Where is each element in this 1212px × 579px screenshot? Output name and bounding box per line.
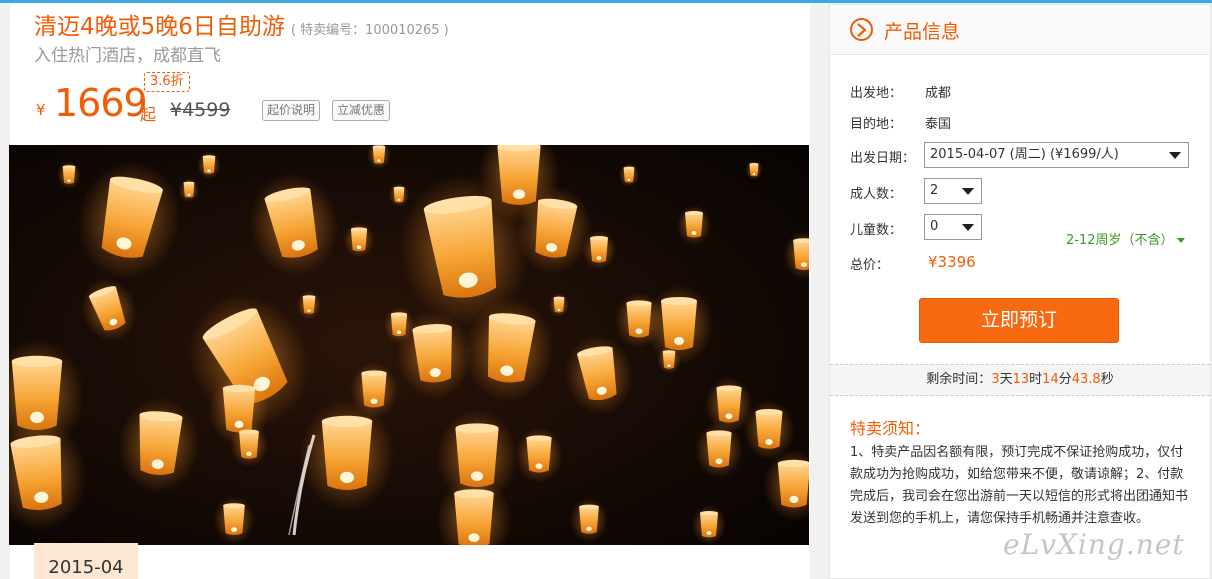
departure-label: 出发地： bbox=[850, 86, 903, 101]
instant-discount-button[interactable]: 立减优惠 bbox=[332, 100, 391, 121]
departure-value: 成都 bbox=[925, 86, 952, 101]
remaining-time: 剩余时间：3天13时14分43.8秒 bbox=[830, 364, 1210, 396]
remain-day-unit: 天 bbox=[999, 372, 1013, 387]
panel-title: 产品信息 bbox=[884, 21, 961, 43]
remain-minute-unit: 分 bbox=[1058, 372, 1072, 387]
price-suffix: 起 bbox=[140, 105, 157, 124]
product-code: ( 特卖编号：100010265 ) bbox=[290, 23, 449, 38]
chevron-down-icon bbox=[962, 224, 974, 231]
adults-value: 2 bbox=[930, 183, 939, 198]
remain-seconds: 43.8 bbox=[1071, 372, 1101, 387]
product-title: 清迈4晚或5晚6日自助游 bbox=[34, 14, 285, 40]
product-info-panel: 产品信息 出发地： 成都 目的地： 泰国 出发日期： 2015-04-07 (周… bbox=[829, 4, 1211, 579]
month-tab[interactable]: 2015-04 bbox=[34, 543, 138, 579]
remain-minutes: 14 bbox=[1042, 372, 1059, 387]
chevron-down-icon bbox=[1169, 152, 1181, 159]
original-price: ¥4599 bbox=[170, 99, 231, 121]
departure-date-label: 出发日期： bbox=[850, 151, 916, 166]
product-photo bbox=[9, 145, 809, 545]
price-value: 1669 bbox=[54, 81, 148, 125]
panel-header: 产品信息 bbox=[830, 5, 1210, 55]
remain-days: 3 bbox=[991, 372, 1000, 387]
total-price: ¥3396 bbox=[928, 253, 976, 271]
title-row: 清迈4晚或5晚6日自助游 ( 特卖编号：100010265 ) bbox=[34, 7, 449, 41]
notice-title: 特卖须知： bbox=[850, 419, 931, 438]
total-label: 总价： bbox=[850, 258, 890, 273]
departure-date-value: 2015-04-07 (周二) (¥1699/人) bbox=[930, 147, 1119, 162]
site-watermark: eLvXing.net bbox=[1003, 528, 1185, 561]
remain-second-unit: 秒 bbox=[1100, 372, 1114, 387]
notice-text: 1、特卖产品因名额有限，预订完成不保证抢购成功，仅付款成功为抢购成功，如给您带来… bbox=[850, 445, 1189, 526]
book-now-button[interactable]: 立即预订 bbox=[919, 298, 1119, 343]
children-select[interactable]: 0 bbox=[924, 214, 982, 240]
children-age-text: 2-12周岁（不含） bbox=[1066, 233, 1174, 248]
price-row: ¥ 1669 起 3.6折 ¥4599 起价说明 立减优惠 bbox=[34, 71, 634, 127]
caret-down-icon bbox=[1176, 238, 1185, 243]
product-subtitle: 入住热门酒店，成都直飞 bbox=[34, 46, 221, 66]
remain-hour-unit: 时 bbox=[1029, 372, 1043, 387]
destination-value: 泰国 bbox=[925, 117, 952, 132]
remain-prefix: 剩余时间： bbox=[926, 372, 992, 387]
chevron-right-circle-icon bbox=[850, 18, 873, 41]
sky-lanterns-photo bbox=[9, 145, 809, 545]
adults-select[interactable]: 2 bbox=[924, 178, 982, 204]
destination-label: 目的地： bbox=[850, 117, 903, 132]
currency-symbol: ¥ bbox=[36, 101, 46, 119]
children-value: 0 bbox=[930, 219, 939, 234]
adults-label: 成人数： bbox=[850, 187, 903, 202]
price-note-button[interactable]: 起价说明 bbox=[262, 100, 321, 121]
remain-hours: 13 bbox=[1012, 372, 1030, 387]
discount-badge: 3.6折 bbox=[144, 72, 190, 92]
chevron-down-icon bbox=[962, 188, 974, 195]
departure-date-select[interactable]: 2015-04-07 (周二) (¥1699/人) bbox=[924, 142, 1189, 168]
children-label: 儿童数： bbox=[850, 223, 903, 238]
product-main-card: 清迈4晚或5晚6日自助游 ( 特卖编号：100010265 ) 入住热门酒店，成都… bbox=[9, 3, 810, 579]
children-age-note[interactable]: 2-12周岁（不含） bbox=[1066, 229, 1185, 248]
